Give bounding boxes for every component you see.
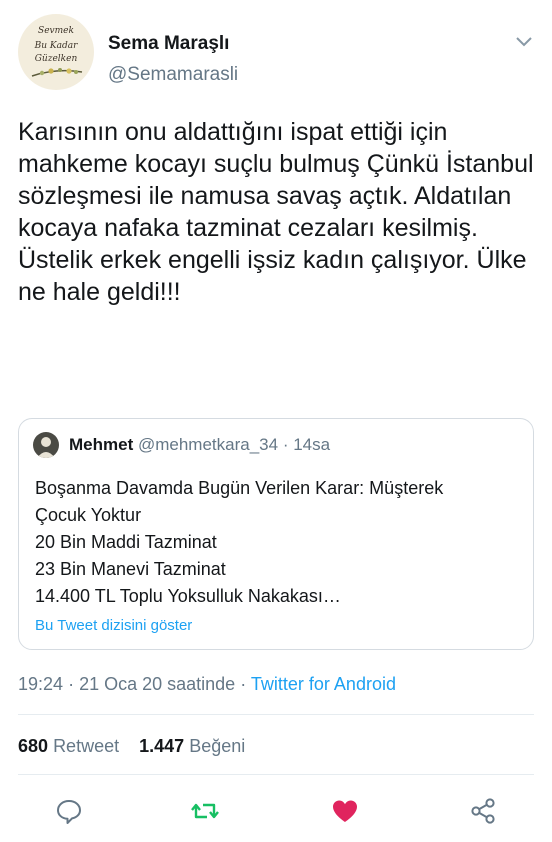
quoted-time: 14sa (293, 435, 331, 454)
show-thread-link[interactable]: Bu Tweet dizisini göster (35, 617, 192, 634)
quoted-line: 20 Bin Maddi Tazminat (35, 532, 217, 552)
tweet-date: 21 Oca 20 saatinde (79, 674, 236, 694)
meta-separator: · (68, 674, 75, 694)
flower-branch-icon (31, 68, 83, 77)
quoted-handle: @mehmetkara_34 (137, 435, 279, 454)
like-label: Beğeni (189, 736, 246, 756)
heart-icon[interactable] (330, 796, 360, 826)
divider (18, 714, 534, 715)
tweet-time: 19:24 (18, 674, 64, 694)
quoted-line: 23 Bin Manevi Tazminat (35, 559, 226, 579)
tweet-meta: 19:24 · 21 Oca 20 saatinde · Twitter for… (18, 674, 396, 695)
chevron-down-icon[interactable] (514, 34, 534, 48)
divider (18, 774, 534, 775)
tweet-source-link[interactable]: Twitter for Android (251, 674, 396, 694)
quoted-separator: · (282, 435, 289, 454)
like-count: 1.447 (139, 736, 185, 756)
tweet-stats: 680 Retweet 1.447 Beğeni (18, 736, 245, 757)
quoted-tweet[interactable]: Mehmet @mehmetkara_34 · 14sa Boşanma Dav… (18, 418, 534, 650)
quoted-line: Boşanma Davamda Bugün Verilen Karar: Müş… (35, 478, 444, 498)
user-handle[interactable]: @Semamarasli (108, 64, 238, 86)
quoted-line: 14.400 TL Toplu Yoksulluk Nakakası… (35, 586, 341, 606)
like-stat[interactable]: 1.447 Beğeni (139, 736, 245, 756)
person-silhouette-icon (37, 437, 55, 458)
reply-icon[interactable] (54, 796, 84, 826)
quoted-text: Boşanma Davamda Bugün Verilen Karar: Müş… (35, 475, 525, 610)
user-name[interactable]: Sema Maraşlı (108, 33, 229, 55)
share-icon[interactable] (468, 796, 498, 826)
avatar[interactable]: Sevmek Bu Kadar Güzelken (18, 14, 94, 90)
quoted-header: Mehmet @mehmetkara_34 · 14sa (69, 435, 330, 455)
quoted-avatar[interactable] (33, 432, 59, 458)
quoted-line: Çocuk Yoktur (35, 505, 142, 525)
tweet-text: Karısının onu aldattığını ispat ettiği i… (18, 118, 534, 306)
retweet-label: Retweet (53, 736, 120, 756)
retweet-count: 680 (18, 736, 49, 756)
retweet-icon[interactable] (190, 796, 220, 826)
quoted-name[interactable]: Mehmet (69, 435, 133, 454)
meta-separator: · (240, 674, 247, 694)
retweet-stat[interactable]: 680 Retweet (18, 736, 119, 756)
